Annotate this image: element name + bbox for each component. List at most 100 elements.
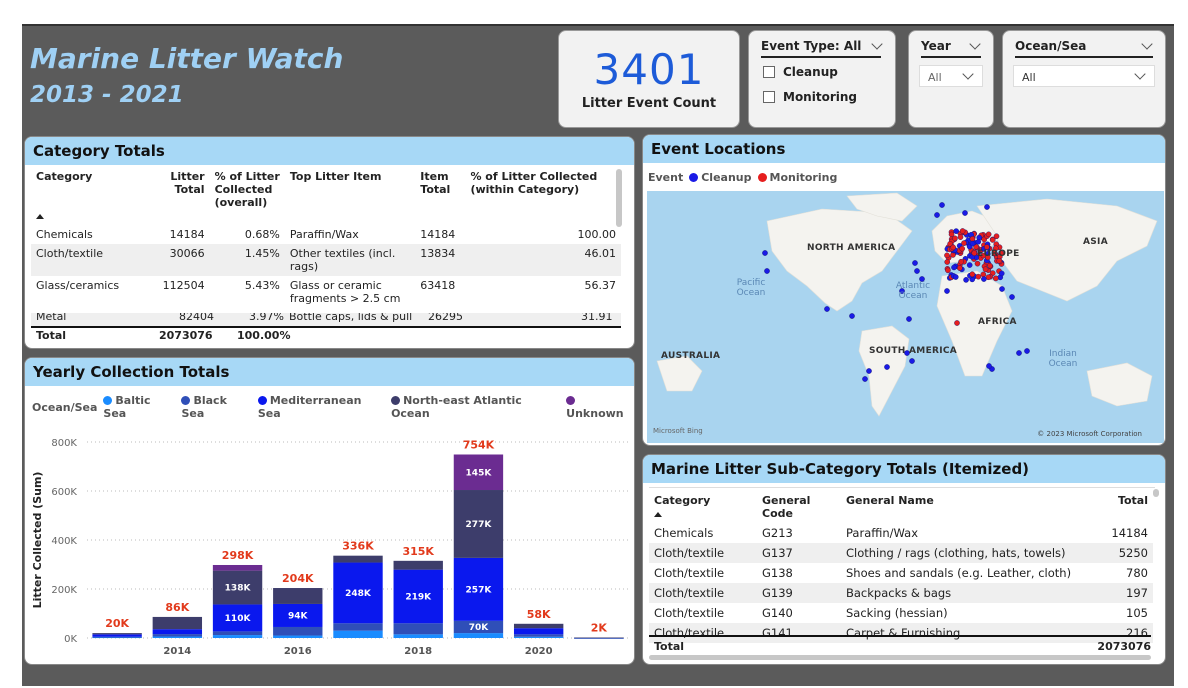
map-event-point[interactable]: [963, 277, 969, 283]
map-event-point[interactable]: [962, 210, 968, 216]
column-header-pct-within[interactable]: % of Litter Collected (within Category): [465, 167, 621, 225]
x-tick-label: 2016: [284, 646, 312, 657]
map-event-point[interactable]: [1024, 348, 1030, 354]
table-row[interactable]: Cloth/textile G138 Shoes and sandals (e.g.…: [649, 563, 1153, 583]
map-event-point[interactable]: [969, 271, 976, 278]
column-header-category[interactable]: Category: [649, 491, 757, 523]
ocean-dropdown[interactable]: All: [1013, 65, 1155, 87]
map-event-point[interactable]: [944, 259, 951, 265]
map-event-point[interactable]: [985, 231, 992, 238]
map-event-point[interactable]: [993, 233, 1000, 240]
map-event-point[interactable]: [1009, 294, 1015, 300]
map-legend-monitoring[interactable]: Monitoring: [757, 171, 837, 184]
y-tick-label: 600K: [51, 487, 77, 498]
map-event-point[interactable]: [884, 364, 890, 370]
bar-total-label: 58K: [527, 608, 551, 621]
map-label-north-america: NORTH AMERICA: [807, 243, 896, 253]
map-event-point[interactable]: [966, 262, 973, 268]
table-total-row: Total 2073076: [649, 635, 1151, 653]
map-event-point[interactable]: [999, 286, 1005, 292]
sort-ascending-icon[interactable]: [654, 512, 662, 517]
map-legend-cleanup[interactable]: Cleanup: [689, 171, 752, 184]
map-event-point[interactable]: [982, 266, 989, 273]
map-event-point[interactable]: [914, 268, 920, 274]
map-event-point[interactable]: [954, 320, 960, 326]
vertical-scrollbar[interactable]: [1153, 489, 1159, 497]
map-event-point[interactable]: [974, 260, 981, 267]
table-row[interactable]: Cloth/textile G139 Backpacks & bags 197: [649, 583, 1153, 603]
map-event-point[interactable]: [906, 316, 912, 322]
category-totals-title: Category Totals: [25, 137, 634, 165]
checkbox-cleanup[interactable]: [763, 66, 775, 78]
map-event-point[interactable]: [961, 240, 967, 246]
table-row[interactable]: Chemicals 14184 0.68% Paraffin/Wax 14184…: [31, 225, 621, 244]
map-event-point[interactable]: [945, 267, 951, 274]
map-event-point[interactable]: [952, 235, 958, 242]
total-label: Total: [654, 640, 685, 653]
horizontal-scrollbar[interactable]: [649, 655, 1151, 660]
map-event-point[interactable]: [866, 368, 872, 374]
map-event-point[interactable]: [958, 258, 964, 265]
chevron-down-icon[interactable]: [969, 38, 981, 50]
column-header-pct-overall[interactable]: % of Litter Collected (overall): [210, 167, 285, 225]
map-event-point[interactable]: [998, 270, 1005, 277]
year-slicer: Year All: [908, 30, 994, 128]
column-header-item-total[interactable]: Item Total: [415, 167, 465, 225]
world-map[interactable]: NORTH AMERICA EUROPE ASIA AFRICA SOUTH A…: [647, 191, 1164, 443]
table-row-partial[interactable]: Metal 82404 3.97% Bottle caps, lids & pu…: [31, 313, 621, 327]
table-row[interactable]: Cloth/textile G140 Sacking (hessian) 105: [649, 603, 1153, 623]
map-event-point[interactable]: [849, 313, 855, 319]
map-event-point[interactable]: [824, 306, 830, 312]
map-event-point[interactable]: [969, 240, 976, 247]
column-header-litter-total[interactable]: Litter Total: [139, 167, 209, 225]
event-option-monitoring[interactable]: Monitoring: [763, 90, 857, 104]
map-event-point[interactable]: [939, 202, 945, 208]
map-event-point[interactable]: [764, 268, 770, 274]
map-event-point[interactable]: [959, 228, 966, 234]
map-event-point[interactable]: [992, 275, 999, 282]
column-header-total[interactable]: Total: [1093, 491, 1153, 523]
map-event-point[interactable]: [944, 288, 950, 294]
map-event-point[interactable]: [951, 264, 957, 271]
map-event-point[interactable]: [953, 228, 959, 234]
map-event-point[interactable]: [912, 260, 918, 266]
bar-segment: [333, 630, 383, 638]
table-row[interactable]: Cloth/textile 30066 1.45% Other textiles…: [31, 244, 621, 276]
chevron-down-icon[interactable]: [1141, 38, 1153, 50]
map-event-point[interactable]: [981, 276, 987, 282]
ocean-slicer: Ocean/Sea All: [1002, 30, 1166, 128]
column-header-top-item[interactable]: Top Litter Item: [285, 167, 415, 225]
chevron-down-icon[interactable]: [871, 38, 883, 50]
sort-ascending-icon[interactable]: [36, 214, 44, 219]
bar-segment: [273, 626, 323, 636]
bar-segment: [212, 564, 263, 571]
map-event-point[interactable]: [762, 250, 768, 256]
column-header-general-code[interactable]: General Code: [757, 491, 841, 523]
map-event-point[interactable]: [959, 245, 965, 252]
map-event-point[interactable]: [934, 212, 940, 218]
table-row[interactable]: Cloth/textile G137 Clothing / rags (clothi…: [649, 543, 1153, 563]
map-event-point[interactable]: [862, 376, 868, 382]
map-event-point[interactable]: [1016, 350, 1022, 356]
map-event-point[interactable]: [975, 273, 982, 280]
map-event-point[interactable]: [987, 262, 993, 269]
map-event-point[interactable]: [952, 274, 959, 280]
table-row[interactable]: Cloth/textile G141 Carpet & Furnishing 216: [649, 623, 1153, 643]
checkbox-monitoring[interactable]: [763, 91, 775, 103]
cell-pct-overall: 1.45%: [209, 244, 285, 276]
column-header-general-name[interactable]: General Name: [841, 491, 1093, 523]
column-header-category[interactable]: Category: [31, 167, 139, 225]
map-event-point[interactable]: [957, 234, 964, 240]
year-dropdown[interactable]: All: [919, 65, 983, 87]
map-event-point[interactable]: [969, 236, 976, 242]
map-event-point[interactable]: [957, 265, 963, 271]
table-row[interactable]: Chemicals G213 Paraffin/Wax 14184: [649, 523, 1153, 543]
map-event-point[interactable]: [975, 238, 982, 245]
map-event-point[interactable]: [986, 363, 992, 369]
map-event-point[interactable]: [950, 244, 956, 251]
event-option-cleanup[interactable]: Cleanup: [763, 65, 838, 79]
map-event-point[interactable]: [984, 204, 990, 210]
map-event-point[interactable]: [909, 358, 915, 364]
map-event-point[interactable]: [944, 252, 950, 259]
table-row[interactable]: Glass/ceramics 112504 5.43% Glass or cer…: [31, 276, 621, 308]
